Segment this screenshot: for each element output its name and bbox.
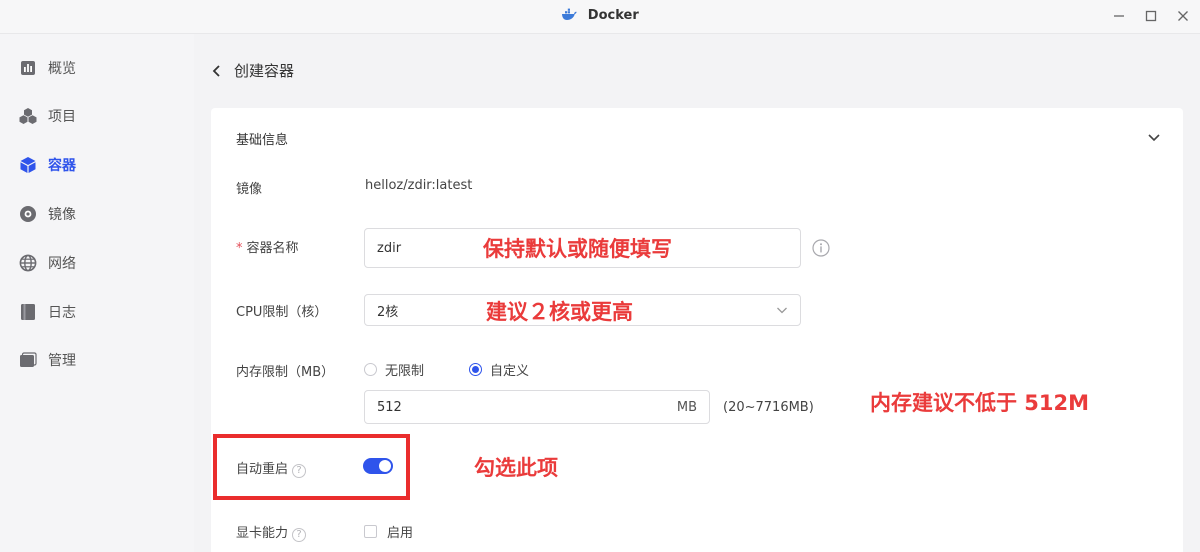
manage-icon [18, 350, 38, 370]
memory-value: 512 [377, 399, 402, 415]
log-icon [18, 302, 38, 322]
memory-input[interactable]: 512 MB [364, 390, 710, 424]
radio-label: 自定义 [490, 364, 530, 379]
sidebar-item-projects[interactable]: 项目 [18, 104, 76, 128]
sidebar-item-images[interactable]: 镜像 [18, 202, 76, 226]
sidebar-item-label: 项目 [48, 109, 76, 125]
info-icon[interactable] [812, 239, 830, 257]
sidebar-item-containers[interactable]: 容器 [18, 153, 76, 177]
minimize-button[interactable] [1108, 6, 1130, 26]
required-mark: * [236, 241, 243, 256]
help-icon[interactable]: ? [292, 528, 307, 542]
cpu-limit-value: 2核 [377, 304, 399, 320]
gpu-label-text: 显卡能力 [236, 526, 289, 541]
gpu-enable-checkbox[interactable]: 启用 [364, 522, 413, 541]
sidebar-item-label: 网络 [48, 256, 76, 272]
close-button[interactable] [1172, 6, 1194, 26]
memory-limit-label: 内存限制（MB） [236, 365, 335, 380]
back-button[interactable]: 创建容器 [210, 60, 294, 81]
checkbox-box [364, 525, 377, 538]
annotation-memory-hint: 内存建议不低于 512M [870, 391, 1090, 415]
chevron-down-icon[interactable] [1147, 130, 1161, 144]
container-icon [18, 155, 38, 175]
maximize-icon [1145, 10, 1157, 22]
container-name-label-text: 容器名称 [246, 241, 299, 256]
annotation-cpu-hint: 建议２核或更高 [486, 300, 633, 324]
maximize-button[interactable] [1140, 6, 1162, 26]
sidebar-item-label: 容器 [48, 158, 76, 174]
memory-unit: MB [676, 399, 697, 415]
docker-whale-icon [562, 8, 577, 20]
sidebar-item-manage[interactable]: 管理 [18, 348, 76, 372]
page-title: 创建容器 [234, 62, 295, 80]
minimize-icon [1114, 15, 1124, 17]
close-icon [1178, 11, 1188, 21]
chart-icon [18, 58, 38, 78]
sidebar-item-label: 管理 [48, 353, 76, 369]
window-title: Docker [587, 8, 639, 23]
cubes-icon [18, 106, 38, 126]
sidebar: 概览 项目 容器 镜像 网络 日志 管理 [0, 34, 194, 552]
annotation-highlight-box [213, 434, 410, 500]
annotation-restart-hint: 勾选此项 [474, 456, 558, 480]
memory-range: (20~7716MB) [723, 400, 814, 415]
cpu-limit-label: CPU限制（核） [236, 305, 328, 320]
container-name-value: zdir [377, 240, 402, 256]
gpu-label: 显卡能力? [236, 522, 307, 542]
container-name-label: * 容器名称 [236, 237, 299, 256]
section-title: 基础信息 [236, 133, 289, 148]
annotation-name-hint: 保持默认或随便填写 [483, 237, 672, 261]
memory-unlimited-radio[interactable]: 无限制 [364, 360, 424, 379]
checkbox-label: 启用 [387, 526, 414, 541]
sidebar-item-overview[interactable]: 概览 [18, 56, 76, 80]
radio-label: 无限制 [385, 364, 425, 379]
memory-custom-radio[interactable]: 自定义 [469, 360, 529, 379]
disc-icon [18, 204, 38, 224]
sidebar-item-label: 镜像 [48, 207, 76, 223]
title-bar: Docker [0, 0, 1200, 34]
radio-circle [364, 363, 377, 376]
sidebar-item-label: 日志 [48, 305, 76, 321]
radio-circle-selected [469, 363, 482, 376]
chevron-left-icon [212, 64, 220, 77]
image-value: helloz/zdir:latest [365, 178, 473, 193]
sidebar-item-network[interactable]: 网络 [18, 251, 76, 275]
image-label: 镜像 [236, 182, 263, 197]
chevron-down-icon [777, 307, 787, 314]
app-title: Docker [0, 8, 1200, 23]
sidebar-item-logs[interactable]: 日志 [18, 300, 76, 324]
sidebar-item-label: 概览 [48, 61, 76, 77]
globe-icon [18, 253, 38, 273]
